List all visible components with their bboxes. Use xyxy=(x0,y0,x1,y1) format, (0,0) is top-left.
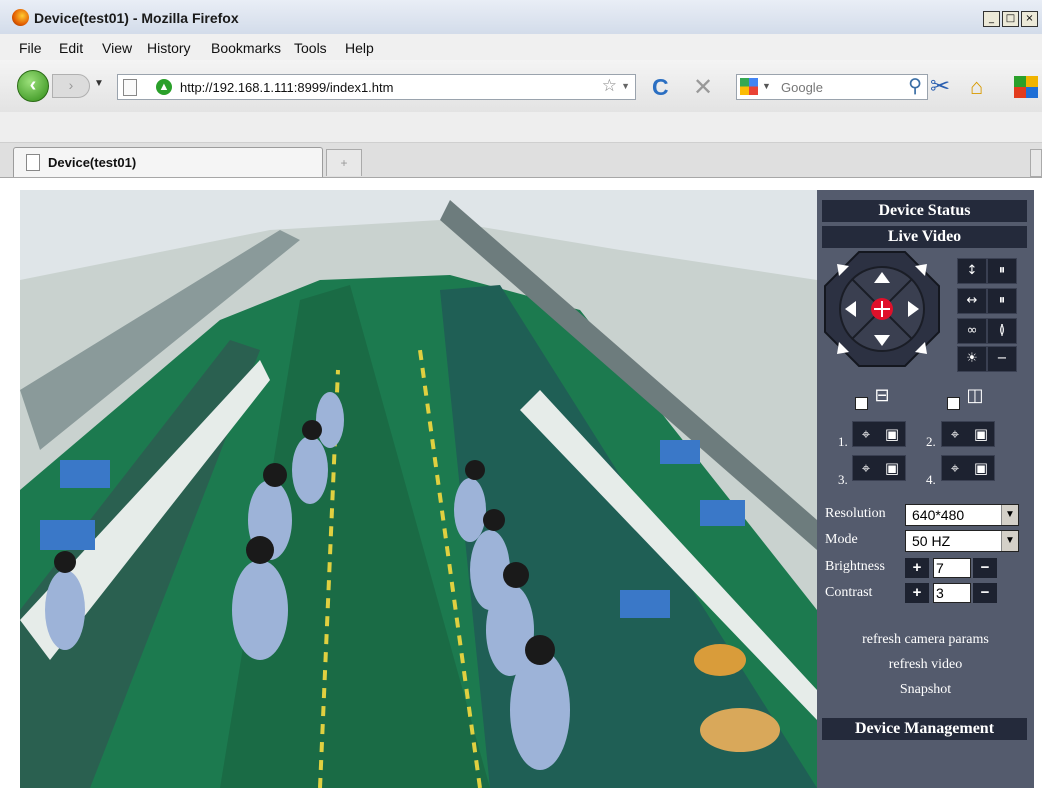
preset-2-label: 2. xyxy=(926,434,936,449)
contrast-input[interactable]: 3 xyxy=(933,583,971,603)
contrast-increase-button[interactable]: + xyxy=(905,583,929,603)
preset-4-controls: ⌖ ▣ xyxy=(941,455,995,481)
stop-icon[interactable]: ✕ xyxy=(693,73,713,102)
menu-history[interactable]: History xyxy=(147,40,191,56)
io-off-button[interactable]: − xyxy=(987,346,1017,372)
bookmark-star-icon[interactable]: ☆ xyxy=(602,76,617,96)
mode-value: 50 HZ xyxy=(912,533,951,549)
window-title: Device(test01) - Mozilla Firefox xyxy=(34,10,239,26)
brightness-label: Brightness xyxy=(825,559,885,574)
chevron-down-icon[interactable]: ▼ xyxy=(1001,505,1018,525)
scissors-icon[interactable]: ✂ xyxy=(930,72,950,101)
firefox-logo-icon xyxy=(12,9,29,26)
refresh-video-link[interactable]: refresh video xyxy=(817,657,1034,673)
iris-close-button[interactable]: ≬ xyxy=(987,318,1017,344)
preset-4-label: 4. xyxy=(926,472,936,487)
address-bar[interactable]: ▲ http://192.168.1.111:8999/index1.htm ☆… xyxy=(117,74,636,100)
minimize-button[interactable]: _ xyxy=(983,11,1000,27)
reload-icon[interactable]: C xyxy=(652,74,669,101)
page-icon xyxy=(26,154,40,171)
window-titlebar: Device(test01) - Mozilla Firefox _ □ × xyxy=(0,0,1042,35)
device-management-header[interactable]: Device Management xyxy=(822,718,1027,740)
mirror-icon: ◫ xyxy=(966,385,984,406)
resolution-label: Resolution xyxy=(825,506,886,521)
resolution-select[interactable]: 640*480 ▼ xyxy=(905,504,1019,526)
iris-open-button[interactable]: ∞ xyxy=(957,318,987,344)
navigation-toolbar: ‹ › ▼ ▲ http://192.168.1.111:8999/index1… xyxy=(0,60,1042,112)
addon-icon[interactable] xyxy=(1014,76,1038,98)
vertical-patrol-button[interactable]: ↕ xyxy=(957,258,987,284)
new-tab-button[interactable]: + xyxy=(326,149,362,176)
bookmarks-toolbar xyxy=(0,112,1042,143)
chevron-down-icon[interactable]: ▼ xyxy=(1001,531,1018,551)
home-icon[interactable]: ⌂ xyxy=(970,74,983,100)
ptz-control-pad[interactable] xyxy=(823,250,941,368)
url-text[interactable]: http://192.168.1.111:8999/index1.htm xyxy=(180,80,393,95)
preset-2-save-button[interactable]: ▣ xyxy=(968,422,994,446)
io-on-button[interactable]: ☀ xyxy=(957,346,987,372)
video-frame xyxy=(20,190,817,788)
preset-3-controls: ⌖ ▣ xyxy=(852,455,906,481)
google-engine-icon[interactable] xyxy=(740,78,758,95)
mode-label: Mode xyxy=(825,532,858,547)
menu-tools[interactable]: Tools xyxy=(294,40,327,56)
search-icon[interactable]: ⚲ xyxy=(908,75,922,98)
horizontal-patrol-button[interactable]: ↔ xyxy=(957,288,987,314)
menu-bar: File Edit View History Bookmarks Tools H… xyxy=(0,34,1042,60)
device-status-header[interactable]: Device Status xyxy=(822,200,1027,222)
preset-4-save-button[interactable]: ▣ xyxy=(968,456,994,480)
menu-view[interactable]: View xyxy=(102,40,132,56)
engine-dropdown-icon[interactable]: ▼ xyxy=(762,81,771,91)
menu-edit[interactable]: Edit xyxy=(59,40,83,56)
preset-1-goto-button[interactable]: ⌖ xyxy=(853,422,879,446)
mirror-checkbox[interactable] xyxy=(947,397,960,410)
preset-3-save-button[interactable]: ▣ xyxy=(879,456,905,480)
preset-1-save-button[interactable]: ▣ xyxy=(879,422,905,446)
preset-1-controls: ⌖ ▣ xyxy=(852,421,906,447)
live-video-feed xyxy=(20,190,817,788)
preset-3-label: 3. xyxy=(838,472,848,487)
ptz-pad-graphic xyxy=(824,251,940,367)
contrast-decrease-button[interactable]: − xyxy=(973,583,997,603)
brightness-decrease-button[interactable]: − xyxy=(973,558,997,578)
history-dropdown-icon[interactable]: ▼ xyxy=(94,78,104,89)
preset-4-goto-button[interactable]: ⌖ xyxy=(942,456,968,480)
forward-button[interactable]: › xyxy=(52,74,90,98)
resolution-value: 640*480 xyxy=(912,507,965,523)
close-button[interactable]: × xyxy=(1021,11,1038,27)
brightness-increase-button[interactable]: + xyxy=(905,558,929,578)
horizontal-stop-button[interactable]: ⏸ xyxy=(987,288,1017,314)
search-bar[interactable]: ▼ Google ⚲ xyxy=(736,74,928,100)
brightness-input[interactable]: 7 xyxy=(933,558,971,578)
vertical-stop-button[interactable]: ⏸ xyxy=(987,258,1017,284)
tab-bar: Device(test01) + xyxy=(0,143,1042,178)
tab-label: Device(test01) xyxy=(48,155,137,170)
flip-checkbox[interactable] xyxy=(855,397,868,410)
menu-file[interactable]: File xyxy=(19,40,42,56)
preset-2-goto-button[interactable]: ⌖ xyxy=(942,422,968,446)
back-button[interactable]: ‹ xyxy=(17,70,49,102)
contrast-label: Contrast xyxy=(825,585,873,600)
preset-1-label: 1. xyxy=(838,434,848,449)
snapshot-link[interactable]: Snapshot xyxy=(817,682,1034,698)
site-identity-icon[interactable]: ▲ xyxy=(156,79,172,95)
window-controls: _ □ × xyxy=(983,11,1038,27)
mode-select[interactable]: 50 HZ ▼ xyxy=(905,530,1019,552)
maximize-button[interactable]: □ xyxy=(1002,11,1019,27)
refresh-camera-params-link[interactable]: refresh camera params xyxy=(817,632,1034,648)
page-icon xyxy=(123,79,137,96)
menu-help[interactable]: Help xyxy=(345,40,374,56)
flip-icon: ⊟ xyxy=(874,385,890,406)
menu-bookmarks[interactable]: Bookmarks xyxy=(211,40,281,56)
url-dropdown-icon[interactable]: ▼ xyxy=(621,81,630,91)
preset-2-controls: ⌖ ▣ xyxy=(941,421,995,447)
live-video-header[interactable]: Live Video xyxy=(822,226,1027,248)
tab-scroll-button[interactable] xyxy=(1030,149,1042,177)
control-panel: Device Status Live Video ↕ ⏸ ↔ ⏸ ∞ ≬ ☀ −… xyxy=(817,190,1034,788)
preset-3-goto-button[interactable]: ⌖ xyxy=(853,456,879,480)
tab-device[interactable]: Device(test01) xyxy=(13,147,323,177)
search-input[interactable]: Google xyxy=(781,80,823,95)
